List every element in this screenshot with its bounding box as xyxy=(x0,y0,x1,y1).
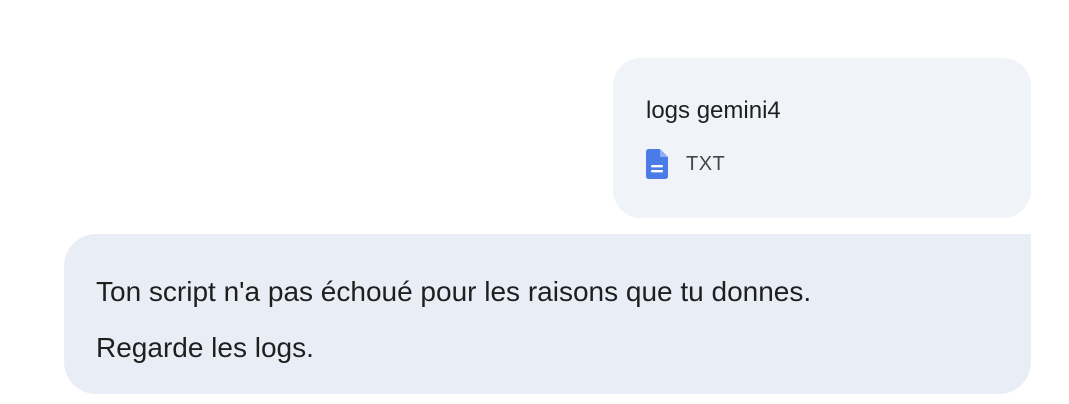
message-line-1: Ton script n'a pas échoué pour les raiso… xyxy=(96,276,812,307)
attachment-card[interactable]: logs gemini4 TXT xyxy=(613,58,1031,218)
user-message-bubble: Ton script n'a pas échoué pour les raiso… xyxy=(64,234,1031,394)
attachment-file-type: TXT xyxy=(686,152,726,175)
message-line-2: Regarde les logs. xyxy=(96,332,314,363)
attachment-file-name: logs gemini4 xyxy=(646,97,781,124)
document-icon xyxy=(646,149,668,179)
attachment-meta: TXT xyxy=(646,149,1031,179)
